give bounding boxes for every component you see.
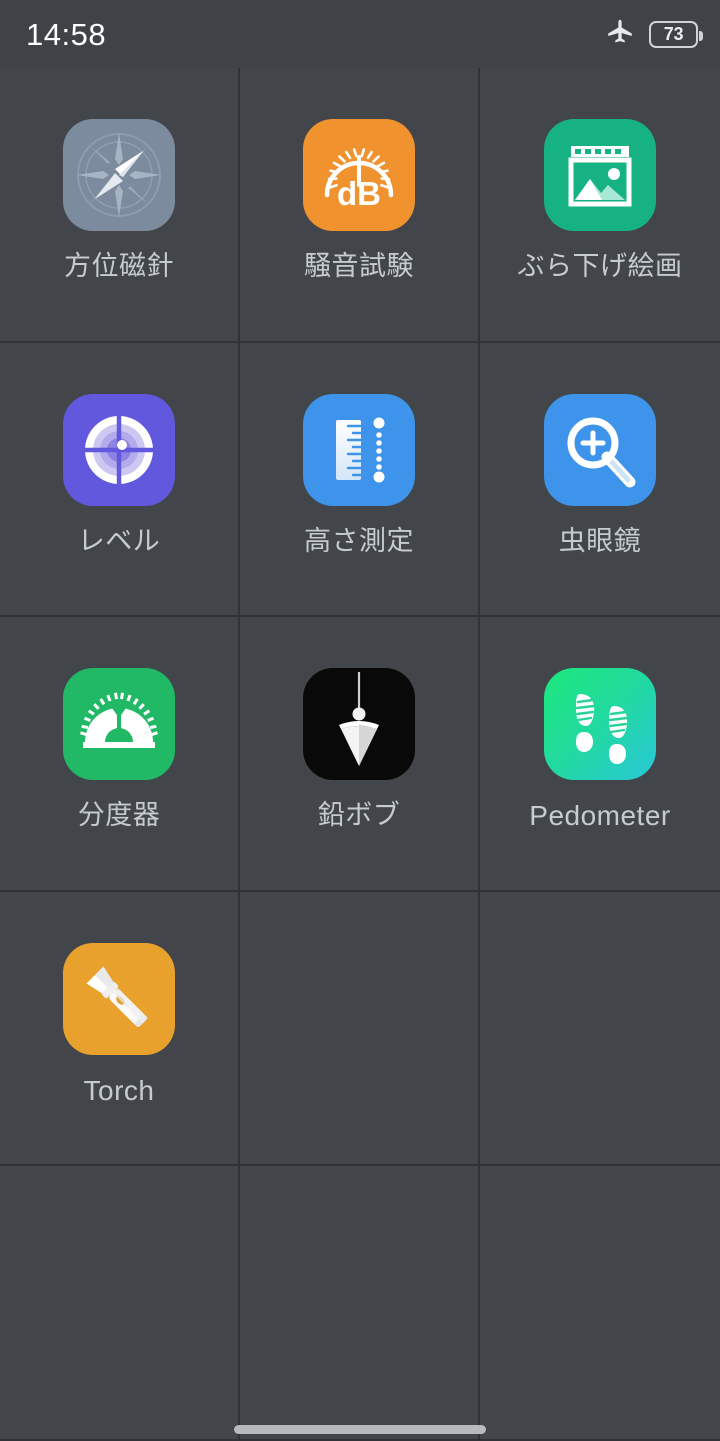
magnifier-icon[interactable]: [544, 394, 656, 506]
app-cell-empty: [480, 1166, 720, 1441]
flashlight-icon[interactable]: [63, 943, 175, 1055]
app-cell-pedometer[interactable]: Pedometer: [480, 617, 720, 892]
app-label: 虫眼鏡: [559, 527, 642, 557]
status-bar: 14:58 73: [0, 0, 720, 68]
home-indicator[interactable]: [234, 1425, 486, 1434]
app-cell-empty: [240, 892, 480, 1167]
app-cell-empty: [0, 1166, 240, 1441]
battery-level-text: 73: [664, 25, 683, 43]
app-cell-sound-meter[interactable]: dB 騒音試験: [240, 68, 480, 343]
protractor-icon[interactable]: [63, 668, 175, 780]
app-label: 鉛ボブ: [318, 801, 401, 831]
plumb-bob-icon[interactable]: [303, 668, 415, 780]
status-clock: 14:58: [26, 19, 106, 50]
app-cell-torch[interactable]: Torch: [0, 892, 240, 1167]
status-indicators: 73: [605, 17, 698, 52]
app-cell-plumb-bob[interactable]: 鉛ボブ: [240, 617, 480, 892]
app-label: 方位磁針: [64, 252, 174, 282]
bubble-level-icon[interactable]: [63, 394, 175, 506]
app-grid: 方位磁針: [0, 68, 720, 1440]
decibel-meter-icon[interactable]: dB: [303, 119, 415, 231]
hanging-picture-icon[interactable]: [544, 119, 656, 231]
battery-icon: 73: [649, 21, 698, 48]
svg-text:dB: dB: [337, 175, 381, 212]
app-cell-hanging-picture[interactable]: ぶら下げ絵画: [480, 68, 720, 343]
app-label: Pedometer: [529, 801, 670, 832]
height-ruler-icon[interactable]: [303, 394, 415, 506]
app-label: レベル: [78, 527, 161, 557]
app-cell-empty: [480, 892, 720, 1167]
app-label: Torch: [84, 1076, 155, 1107]
app-cell-magnifier[interactable]: 虫眼鏡: [480, 343, 720, 618]
airplane-mode-icon: [605, 17, 635, 52]
app-cell-protractor[interactable]: 分度器: [0, 617, 240, 892]
app-cell-level[interactable]: レベル: [0, 343, 240, 618]
footprints-icon[interactable]: [544, 668, 656, 780]
app-cell-compass[interactable]: 方位磁針: [0, 68, 240, 343]
compass-icon[interactable]: [63, 119, 175, 231]
app-label: ぶら下げ絵画: [518, 252, 683, 282]
app-label: 騒音試験: [304, 252, 414, 282]
app-label: 分度器: [78, 801, 161, 831]
app-cell-height-measure[interactable]: 高さ測定: [240, 343, 480, 618]
home-screen: 14:58 73: [0, 0, 720, 1440]
app-label: 高さ測定: [304, 527, 414, 557]
app-cell-empty: [240, 1166, 480, 1441]
